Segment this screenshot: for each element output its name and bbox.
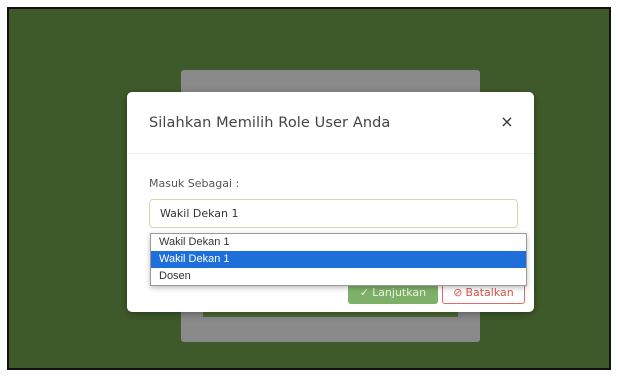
role-option[interactable]: Wakil Dekan 1: [151, 234, 526, 251]
modal-header: Silahkan Memilih Role User Anda ×: [127, 92, 534, 154]
role-option[interactable]: Dosen: [151, 268, 526, 285]
check-circle-icon: ✓: [359, 286, 370, 299]
role-select[interactable]: Wakil Dekan 1: [149, 199, 518, 228]
x-circle-icon: ⊘: [453, 286, 463, 299]
role-option-highlighted[interactable]: Wakil Dekan 1: [151, 251, 526, 268]
modal-title: Silahkan Memilih Role User Anda: [149, 115, 391, 131]
role-select-modal: Silahkan Memilih Role User Anda × Masuk …: [127, 92, 534, 312]
screen-frame: Silahkan Memilih Role User Anda × Masuk …: [7, 7, 611, 370]
role-field-label: Masuk Sebagai :: [149, 177, 240, 190]
cancel-button-label: Batalkan: [465, 286, 514, 299]
continue-button-label: Lanjutkan: [372, 286, 427, 299]
role-dropdown-list: Wakil Dekan 1 Wakil Dekan 1 Dosen: [150, 233, 527, 286]
close-button[interactable]: ×: [497, 112, 517, 132]
